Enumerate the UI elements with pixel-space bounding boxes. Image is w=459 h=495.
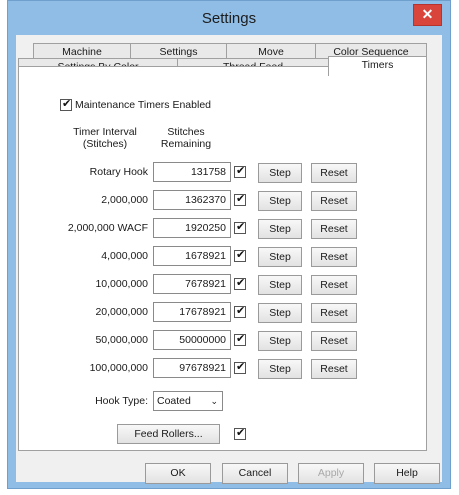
stitches-remaining-header: Stitches Remaining: [155, 126, 217, 150]
step-button[interactable]: Step: [258, 275, 302, 295]
timer-interval-header: Timer Interval (Stitches): [70, 126, 140, 150]
hook-type-select[interactable]: Coated ⌄: [153, 391, 223, 411]
stitches-remaining-field[interactable]: 1920250: [153, 218, 231, 238]
stitches-remaining-field[interactable]: 1678921: [153, 246, 231, 266]
stitches-remaining-field[interactable]: 97678921: [153, 358, 231, 378]
timer-enabled-checkbox[interactable]: [234, 220, 246, 234]
stitches-remaining-field[interactable]: 1362370: [153, 190, 231, 210]
step-button[interactable]: Step: [258, 219, 302, 239]
timer-interval-header-line1: Timer Interval: [73, 126, 137, 138]
timer-interval-label: 10,000,000: [95, 278, 148, 290]
timer-enabled-checkbox[interactable]: [234, 276, 246, 290]
timer-enabled-checkbox[interactable]: [234, 304, 246, 318]
maintenance-timers-label: Maintenance Timers Enabled: [75, 99, 211, 111]
reset-button[interactable]: Reset: [311, 219, 357, 239]
timer-interval-label: 2,000,000 WACF: [67, 222, 148, 234]
timer-enabled-checkbox[interactable]: [234, 164, 246, 178]
timer-enabled-checkbox[interactable]: [234, 192, 246, 206]
reset-button[interactable]: Reset: [311, 275, 357, 295]
feed-rollers-checkbox[interactable]: [234, 426, 246, 440]
reset-button[interactable]: Reset: [311, 359, 357, 379]
reset-button[interactable]: Reset: [311, 163, 357, 183]
timer-interval-label: 100,000,000: [89, 362, 148, 374]
stitches-remaining-field[interactable]: 17678921: [153, 302, 231, 322]
stitches-remaining-header-line2: Remaining: [160, 138, 212, 150]
hook-type-value: Coated: [157, 395, 191, 407]
maintenance-timers-checkbox[interactable]: [60, 97, 72, 111]
reset-button[interactable]: Reset: [311, 247, 357, 267]
step-button[interactable]: Step: [258, 331, 302, 351]
timer-enabled-checkbox[interactable]: [234, 248, 246, 262]
timer-interval-label: Rotary Hook: [89, 166, 148, 178]
help-button[interactable]: Help: [374, 463, 440, 484]
hook-type-label: Hook Type:: [95, 395, 148, 407]
apply-button[interactable]: Apply: [298, 463, 364, 484]
stitches-remaining-field[interactable]: 7678921: [153, 274, 231, 294]
stitches-remaining-field[interactable]: 50000000: [153, 330, 231, 350]
step-button[interactable]: Step: [258, 247, 302, 267]
cancel-button[interactable]: Cancel: [222, 463, 288, 484]
step-button[interactable]: Step: [258, 163, 302, 183]
reset-button[interactable]: Reset: [311, 331, 357, 351]
timer-enabled-checkbox[interactable]: [234, 332, 246, 346]
timer-interval-header-line2: (Stitches): [82, 138, 128, 150]
timer-enabled-checkbox[interactable]: [234, 360, 246, 374]
feed-rollers-button[interactable]: Feed Rollers...: [117, 424, 220, 444]
step-button[interactable]: Step: [258, 359, 302, 379]
timer-interval-label: 2,000,000: [101, 194, 148, 206]
stitches-remaining-header-line1: Stitches: [167, 126, 205, 138]
reset-button[interactable]: Reset: [311, 191, 357, 211]
reset-button[interactable]: Reset: [311, 303, 357, 323]
step-button[interactable]: Step: [258, 191, 302, 211]
timer-interval-label: 4,000,000: [101, 250, 148, 262]
step-button[interactable]: Step: [258, 303, 302, 323]
chevron-down-icon: ⌄: [210, 396, 218, 406]
ok-button[interactable]: OK: [145, 463, 211, 484]
stitches-remaining-field[interactable]: 131758: [153, 162, 231, 182]
timer-interval-label: 20,000,000: [95, 306, 148, 318]
timer-interval-label: 50,000,000: [95, 334, 148, 346]
